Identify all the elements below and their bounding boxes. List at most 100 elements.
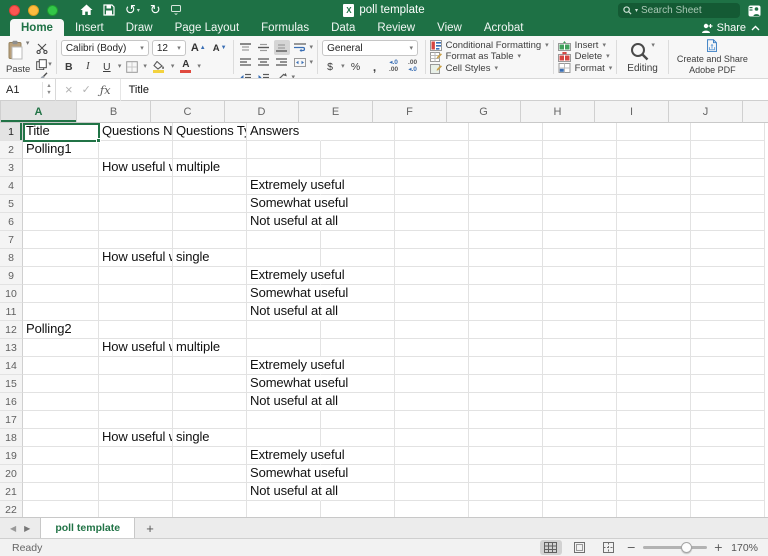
cell-D20[interactable]: Somewhat useful [247, 465, 348, 483]
row-header-22[interactable]: 22 [0, 501, 23, 517]
percent-button[interactable]: % [348, 59, 364, 74]
row-header-10[interactable]: 10 [0, 285, 23, 303]
cell-I7[interactable] [617, 231, 691, 249]
cell-D22[interactable] [247, 501, 321, 517]
cell-G14[interactable] [469, 357, 543, 375]
cell-A11[interactable] [23, 303, 99, 321]
cell-J6[interactable] [691, 213, 765, 231]
underline-button[interactable]: U [99, 59, 115, 74]
cell-J5[interactable] [691, 195, 765, 213]
cell-D21[interactable]: Not useful at all [247, 483, 338, 501]
cell-J2[interactable] [691, 141, 765, 159]
cell-H8[interactable] [543, 249, 617, 267]
name-box[interactable]: A1 ▲ ▼ [0, 78, 56, 101]
cell-B15[interactable] [99, 375, 173, 393]
row-header-11[interactable]: 11 [0, 303, 23, 321]
cell-G2[interactable] [469, 141, 543, 159]
cell-E3[interactable] [321, 159, 395, 177]
align-right-button[interactable] [274, 55, 290, 70]
currency-button[interactable]: $ [322, 59, 338, 74]
cell-A6[interactable] [23, 213, 99, 231]
cell-B11[interactable] [99, 303, 173, 321]
cell-J1[interactable] [691, 123, 765, 141]
cell-D17[interactable] [247, 411, 321, 429]
page-break-view-button[interactable] [598, 540, 620, 555]
cell-A17[interactable] [23, 411, 99, 429]
cell-G9[interactable] [469, 267, 543, 285]
zoom-window-button[interactable] [47, 4, 58, 16]
cell-J20[interactable] [691, 465, 765, 483]
cell-A20[interactable] [23, 465, 99, 483]
cell-A2[interactable]: Polling1 [23, 141, 99, 159]
cell-A14[interactable] [23, 357, 99, 375]
undo-button[interactable]: ↺ ▾ [125, 4, 140, 17]
cell-F16[interactable] [395, 393, 469, 411]
editing-group[interactable]: ▾ Editing [621, 38, 664, 76]
cell-A4[interactable] [23, 177, 99, 195]
cancel-formula-button[interactable]: × [65, 82, 73, 97]
row-header-18[interactable]: 18 [0, 429, 23, 447]
column-header-I[interactable]: I [595, 101, 669, 123]
cell-G19[interactable] [469, 447, 543, 465]
cell-I3[interactable] [617, 159, 691, 177]
row-header-6[interactable]: 6 [0, 213, 23, 231]
cell-I4[interactable] [617, 177, 691, 195]
format-as-table-button[interactable]: Format as Table ▾ [429, 51, 549, 63]
cell-D2[interactable] [247, 141, 321, 159]
cell-C8[interactable]: single [173, 249, 247, 267]
cell-G16[interactable] [469, 393, 543, 411]
delete-cells-button[interactable]: Delete ▾ [557, 51, 613, 62]
cell-C1[interactable]: Questions Ty [173, 123, 247, 141]
row-header-8[interactable]: 8 [0, 249, 23, 267]
cell-D8[interactable] [247, 249, 321, 267]
cell-C11[interactable] [173, 303, 247, 321]
cell-A1[interactable]: Title [23, 123, 99, 141]
tab-data[interactable]: Data [320, 20, 366, 36]
tab-home[interactable]: Home [10, 19, 64, 36]
wrap-text-caret-icon[interactable]: ▾ [310, 44, 314, 51]
align-left-button[interactable] [238, 55, 254, 70]
cell-G1[interactable] [469, 123, 543, 141]
cell-J10[interactable] [691, 285, 765, 303]
formula-input[interactable]: Title [121, 84, 149, 96]
cell-H20[interactable] [543, 465, 617, 483]
cell-F22[interactable] [395, 501, 469, 517]
cell-F8[interactable] [395, 249, 469, 267]
cell-G17[interactable] [469, 411, 543, 429]
cell-C7[interactable] [173, 231, 247, 249]
font-size-select[interactable]: 12 ▾ [151, 40, 186, 56]
cell-C16[interactable] [173, 393, 247, 411]
underline-caret-icon[interactable]: ▾ [118, 63, 122, 70]
cell-J19[interactable] [691, 447, 765, 465]
cell-C15[interactable] [173, 375, 247, 393]
cell-C19[interactable] [173, 447, 247, 465]
cell-F18[interactable] [395, 429, 469, 447]
share-button[interactable]: Share [701, 22, 746, 34]
zoom-slider-thumb[interactable] [681, 542, 693, 553]
cell-E8[interactable] [321, 249, 395, 267]
cell-I20[interactable] [617, 465, 691, 483]
borders-caret-icon[interactable]: ▾ [143, 63, 147, 70]
next-sheet-icon[interactable]: ▶ [24, 524, 30, 533]
cut-button[interactable] [36, 41, 52, 59]
cell-H7[interactable] [543, 231, 617, 249]
tab-formulas[interactable]: Formulas [250, 20, 320, 36]
cell-A10[interactable] [23, 285, 99, 303]
cell-F9[interactable] [395, 267, 469, 285]
cell-J8[interactable] [691, 249, 765, 267]
fill-color-button[interactable] [150, 59, 168, 74]
cell-A22[interactable] [23, 501, 99, 517]
cell-G5[interactable] [469, 195, 543, 213]
cell-D5[interactable]: Somewhat useful [247, 195, 348, 213]
cell-I16[interactable] [617, 393, 691, 411]
cell-D6[interactable]: Not useful at all [247, 213, 338, 231]
row-header-5[interactable]: 5 [0, 195, 23, 213]
cell-B3[interactable]: How useful w [99, 159, 173, 177]
cell-D19[interactable]: Extremely useful [247, 447, 345, 465]
cell-H16[interactable] [543, 393, 617, 411]
cell-H15[interactable] [543, 375, 617, 393]
cell-A8[interactable] [23, 249, 99, 267]
cell-F7[interactable] [395, 231, 469, 249]
search-input[interactable]: ▾ Search Sheet [618, 3, 740, 18]
cell-I13[interactable] [617, 339, 691, 357]
